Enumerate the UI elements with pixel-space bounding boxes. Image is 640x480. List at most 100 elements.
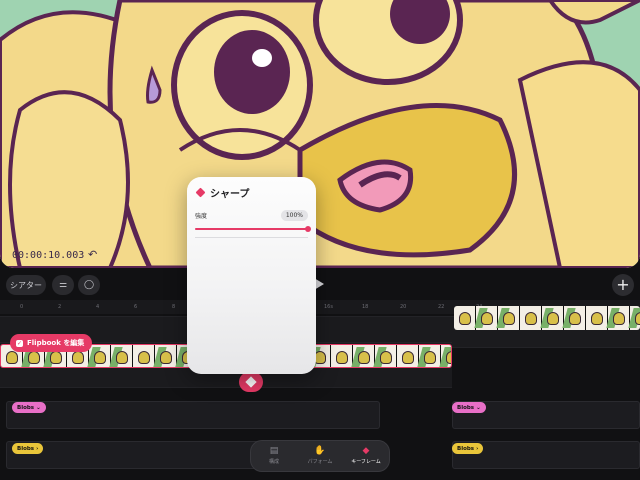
mode-keyframe[interactable]: ◆ キーフレーム — [344, 446, 388, 466]
video-clip[interactable] — [454, 306, 640, 330]
panel-title-text: シャープ — [210, 189, 250, 200]
hand-icon: ✋ — [314, 446, 326, 456]
frame-character — [160, 351, 172, 364]
strength-value[interactable]: 100% — [280, 210, 308, 221]
ruler-tick: 22 — [438, 304, 445, 310]
chevron-down-icon: ⌄ — [476, 404, 481, 411]
frame-character — [503, 312, 515, 325]
theater-button[interactable]: シアター — [6, 275, 46, 295]
filmstrip-frame — [87, 345, 111, 367]
filmstrip-frame — [540, 306, 564, 330]
filmstrip-frame — [606, 306, 630, 330]
mode-label: キーフレーム — [351, 459, 381, 465]
frame-character — [94, 351, 106, 364]
strength-slider[interactable] — [195, 226, 311, 232]
tag-label: Blobs — [457, 445, 475, 452]
keyframe-diamond-icon[interactable] — [195, 187, 206, 198]
ruler-tick: 4 — [96, 304, 100, 310]
filmstrip-frame — [586, 306, 608, 330]
filmstrip-frame — [628, 306, 640, 330]
edit-flipbook-label: Flipbook を編集 — [27, 339, 85, 347]
frame-character — [424, 351, 436, 364]
mode-label: パフォーム — [307, 459, 333, 465]
mode-perform[interactable]: ✋ パフォーム — [298, 446, 342, 466]
slider-fill — [195, 228, 308, 230]
edit-flipbook-button[interactable]: ✓ Flipbook を編集 — [10, 334, 93, 352]
sliders-icon[interactable]: ⚌ — [52, 275, 74, 295]
frame-character — [402, 351, 414, 364]
blobs-tag[interactable]: Blobs ⌄ — [12, 402, 46, 413]
strength-row: 強度 100% — [195, 210, 308, 222]
blobs-lane-1[interactable] — [6, 401, 380, 429]
frame-character — [116, 351, 128, 364]
ruler-tick: 2 — [58, 304, 62, 310]
checkbox-icon: ✓ — [16, 339, 23, 347]
mode-switcher: ▤ 構成 ✋ パフォーム ◆ キーフレーム — [250, 440, 390, 472]
filmstrip-frame — [439, 345, 451, 367]
filmstrip-frame — [520, 306, 542, 330]
layers-icon: ▤ — [269, 446, 279, 456]
frame-character — [28, 351, 40, 364]
filmstrip-frame — [454, 306, 476, 330]
frame-character — [481, 312, 493, 325]
comment-icon[interactable]: ◯ — [78, 275, 100, 295]
ruler-tick: 0 — [20, 304, 24, 310]
strength-label: 強度 — [195, 213, 208, 220]
timecode: 00:00:10.003 — [12, 250, 85, 261]
chevron-right-icon: › — [36, 445, 39, 452]
tag-label: Blobs — [17, 404, 35, 411]
tag-label: Blobs — [17, 445, 35, 452]
frame-character — [635, 312, 640, 325]
filmstrip-frame — [417, 345, 441, 367]
filmstrip-frame — [331, 345, 353, 367]
chevron-right-icon: › — [476, 445, 479, 452]
ruler-tick: 8 — [172, 304, 176, 310]
filmstrip-frame — [373, 345, 397, 367]
plus-icon[interactable]: + — [612, 274, 634, 296]
blobs-tag[interactable]: Blobs › — [12, 443, 44, 454]
chevron-down-icon: ⌄ — [36, 404, 41, 411]
frame-character — [446, 351, 451, 364]
frame-character — [525, 312, 537, 325]
panel-divider — [195, 237, 308, 238]
frame-character — [569, 312, 581, 325]
ruler-tick: 16s — [324, 304, 333, 310]
preview-artwork — [0, 0, 640, 268]
blobs-tag[interactable]: Blobs ⌄ — [452, 402, 486, 413]
filmstrip-frame — [562, 306, 586, 330]
video-preview[interactable]: 00:00:10.003 ↶ — [0, 0, 640, 268]
filmstrip-frame — [397, 345, 419, 367]
frame-character — [138, 351, 150, 364]
app-root: 00:00:10.003 ↶ シアター ⚌ ◯ + 0246810121416s… — [0, 0, 640, 480]
filmstrip-frame — [474, 306, 498, 330]
frame-character — [613, 312, 625, 325]
panel-title: シャープ — [195, 185, 250, 200]
blobs-tag[interactable]: Blobs › — [452, 443, 484, 454]
mode-compose[interactable]: ▤ 構成 — [252, 446, 296, 466]
filmstrip-frame — [496, 306, 520, 330]
frame-character — [6, 351, 18, 364]
sharpen-panel: シャープ 強度 100% — [187, 177, 316, 374]
frame-character — [72, 351, 84, 364]
tag-label: Blobs — [457, 404, 475, 411]
frame-character — [547, 312, 559, 325]
frame-character — [459, 312, 471, 325]
add-keyframe-button[interactable] — [239, 372, 263, 392]
undo-icon[interactable]: ↶ — [88, 248, 97, 261]
filmstrip-frame — [133, 345, 155, 367]
frame-character — [380, 351, 392, 364]
filmstrip-frame — [153, 345, 177, 367]
frame-character — [336, 351, 348, 364]
mode-label: 構成 — [268, 459, 279, 465]
filmstrip-frame — [109, 345, 133, 367]
filmstrip-frame — [351, 345, 375, 367]
frame-character — [50, 351, 62, 364]
frame-character — [591, 312, 603, 325]
slider-handle[interactable] — [305, 226, 311, 232]
keyframe-icon: ◆ — [362, 446, 370, 456]
ruler-tick: 6 — [134, 304, 138, 310]
ruler-tick: 20 — [400, 304, 407, 310]
theater-label: シアター — [10, 280, 42, 290]
ruler-tick: 18 — [362, 304, 369, 310]
frame-character — [358, 351, 370, 364]
